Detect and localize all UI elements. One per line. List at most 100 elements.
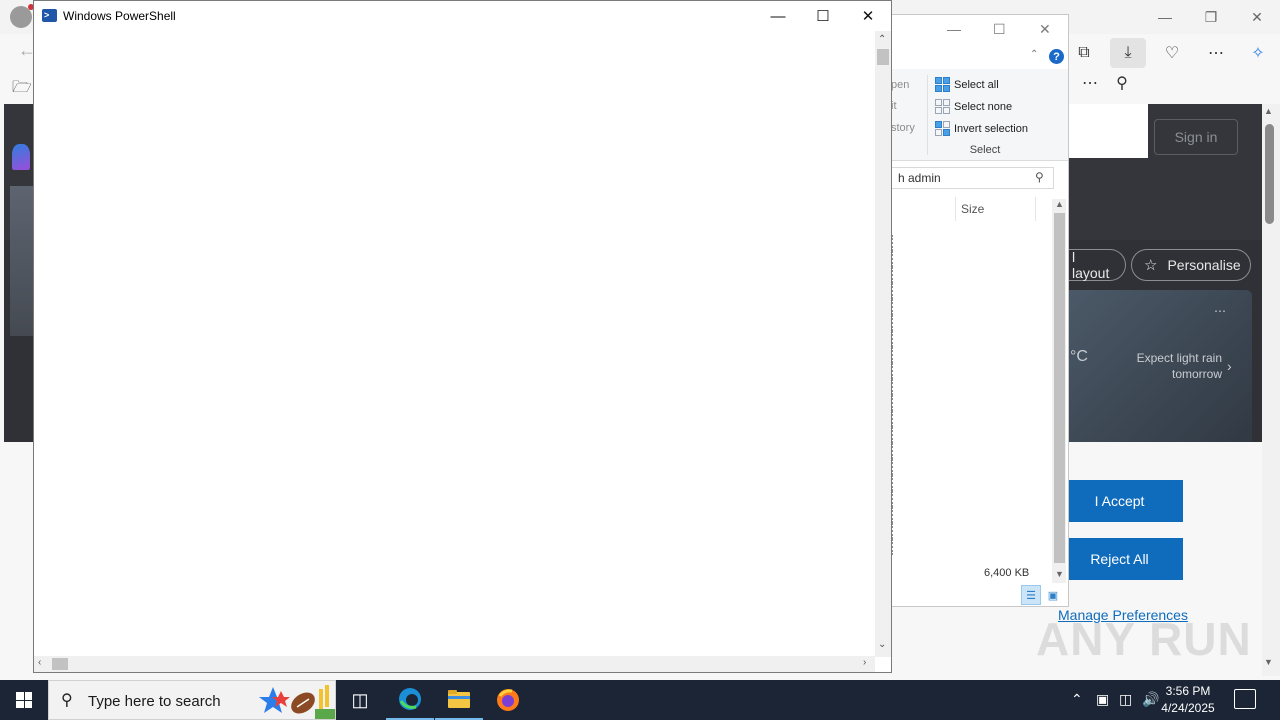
invert-selection-button[interactable]: Invert selection bbox=[935, 121, 1028, 136]
weather-forecast-text: Expect light rain tomorrow bbox=[1136, 351, 1222, 381]
reject-all-button[interactable]: Reject All bbox=[1056, 538, 1183, 580]
select-group-label: Select bbox=[969, 144, 1001, 156]
ribbon-history-label[interactable]: story bbox=[891, 122, 915, 134]
scroll-down-icon[interactable]: ⌄ bbox=[878, 639, 886, 650]
file-explorer-window: — ☐ ✕ ⌃ ? pen it story Select all Select… bbox=[890, 14, 1069, 607]
select-all-label: Select all bbox=[954, 78, 999, 91]
favorites-folder-icon[interactable]: 🗁 bbox=[12, 76, 32, 103]
select-none-icon bbox=[935, 99, 950, 114]
page-more-icon[interactable]: ⋯ bbox=[1072, 68, 1108, 98]
select-all-button[interactable]: Select all bbox=[935, 77, 999, 92]
ribbon-separator bbox=[927, 75, 928, 155]
scroll-up-icon[interactable]: ⌃ bbox=[878, 34, 886, 45]
explorer-minimize-button[interactable]: — bbox=[947, 21, 961, 37]
personalise-label: Personalise bbox=[1167, 257, 1241, 273]
clock-date: 4/24/2025 bbox=[1161, 701, 1215, 715]
edge-minimize-button[interactable]: — bbox=[1142, 0, 1188, 34]
column-separator[interactable] bbox=[1035, 197, 1036, 221]
help-icon[interactable]: ? bbox=[1049, 49, 1064, 64]
scroll-right-icon[interactable]: › bbox=[863, 657, 866, 668]
edge-close-button[interactable]: ✕ bbox=[1234, 0, 1280, 34]
search-placeholder: Type here to search bbox=[88, 693, 221, 710]
show-hidden-icons-icon[interactable]: ⌃ bbox=[1071, 691, 1083, 708]
explorer-search-box[interactable]: h admin bbox=[891, 167, 1054, 189]
vertical-scrollbar[interactable] bbox=[875, 31, 891, 657]
large-icons-view-icon[interactable]: ▣ bbox=[1043, 585, 1063, 605]
taskbar-edge-button[interactable] bbox=[386, 680, 434, 720]
weather-more-icon[interactable]: ⋯ bbox=[1214, 304, 1226, 318]
star-icon: ☆ bbox=[1144, 257, 1158, 274]
more-options-icon[interactable]: ⋯ bbox=[1198, 38, 1234, 68]
scroll-up-icon[interactable]: ▲ bbox=[1055, 199, 1064, 209]
column-separator[interactable] bbox=[955, 197, 956, 221]
vertical-scrollbar-thumb[interactable] bbox=[877, 49, 889, 65]
size-column-header[interactable]: Size bbox=[961, 202, 984, 216]
powershell-titlebar: > Windows PowerShell — ☐ ✕ bbox=[34, 1, 891, 31]
sign-in-panel bbox=[1068, 104, 1148, 158]
invert-selection-label: Invert selection bbox=[954, 122, 1028, 135]
close-button[interactable]: ✕ bbox=[845, 1, 891, 31]
browser-essentials-icon[interactable]: ♡ bbox=[1154, 38, 1190, 68]
select-all-icon bbox=[935, 77, 950, 92]
folder-icon bbox=[448, 690, 470, 708]
search-icon: ⚲ bbox=[61, 692, 73, 709]
search-highlight-icon bbox=[259, 685, 335, 719]
edge-window-controls: — ❐ ✕ bbox=[1142, 0, 1280, 34]
start-button[interactable] bbox=[0, 680, 48, 720]
accept-button[interactable]: I Accept bbox=[1056, 480, 1183, 522]
edge-restore-button[interactable]: ❐ bbox=[1188, 0, 1234, 34]
windows-logo-icon bbox=[16, 692, 32, 708]
ribbon-open-label[interactable]: pen bbox=[891, 79, 909, 91]
explorer-ribbon: pen it story Select all Select none Inve… bbox=[891, 69, 1068, 161]
details-view-icon[interactable]: ☰ bbox=[1021, 585, 1041, 605]
maximize-button[interactable]: ☐ bbox=[800, 1, 846, 31]
weather-temperature-unit: °C bbox=[1070, 348, 1088, 365]
window-title: Windows PowerShell bbox=[63, 9, 176, 23]
select-none-button[interactable]: Select none bbox=[935, 99, 1012, 114]
scroll-down-icon[interactable]: ▼ bbox=[1264, 657, 1273, 667]
pin-icon[interactable]: ⚲ bbox=[1104, 68, 1140, 98]
horizontal-scrollbar-thumb[interactable] bbox=[52, 658, 68, 670]
notification-center-icon[interactable] bbox=[1234, 689, 1256, 709]
firefox-icon bbox=[497, 689, 519, 711]
downloads-icon[interactable]: ⤓ bbox=[1110, 38, 1146, 68]
explorer-titlebar: — ☐ ✕ bbox=[891, 15, 1068, 45]
powershell-window: > Windows PowerShell — ☐ ✕ ⌃ ⌄ ‹ › bbox=[33, 0, 892, 673]
taskbar-firefox-button[interactable] bbox=[484, 680, 532, 720]
edge-icon bbox=[399, 688, 421, 710]
explorer-close-button[interactable]: ✕ bbox=[1039, 21, 1051, 38]
select-none-label: Select none bbox=[954, 100, 1013, 113]
explorer-maximize-button[interactable]: ☐ bbox=[993, 21, 1006, 38]
clock-time: 3:56 PM bbox=[1165, 684, 1211, 698]
volume-icon[interactable]: 🔊 bbox=[1142, 691, 1159, 708]
sign-in-button[interactable]: Sign in bbox=[1154, 119, 1238, 155]
taskbar-search-box[interactable]: ⚲ Type here to search bbox=[48, 680, 336, 720]
copilot-icon[interactable]: ✧ bbox=[1240, 38, 1276, 68]
personalise-button[interactable]: ☆ Personalise bbox=[1131, 249, 1251, 281]
task-view-button[interactable]: ◫ bbox=[336, 680, 384, 720]
status-file-size: 6,400 KB bbox=[984, 567, 1030, 579]
console-area[interactable] bbox=[34, 31, 876, 657]
ribbon-collapse-icon[interactable]: ⌃ bbox=[1030, 49, 1038, 60]
chevron-right-icon[interactable]: › bbox=[1227, 358, 1232, 374]
device-icon[interactable]: ▣ bbox=[1096, 691, 1109, 708]
invert-selection-icon bbox=[935, 121, 950, 136]
network-icon[interactable]: ◫ bbox=[1119, 691, 1132, 708]
powershell-icon: > bbox=[42, 9, 57, 22]
anyrun-watermark: ANY RUN bbox=[1036, 613, 1252, 665]
clock[interactable]: 3:56 PM 4/24/2025 bbox=[1158, 683, 1218, 717]
scroll-left-icon[interactable]: ‹ bbox=[38, 657, 41, 668]
msn-logo bbox=[12, 144, 30, 170]
task-view-icon: ◫ bbox=[351, 689, 369, 710]
horizontal-scrollbar[interactable] bbox=[34, 656, 875, 672]
collections-icon[interactable]: ⧉ bbox=[1066, 38, 1102, 68]
scroll-down-icon[interactable]: ▼ bbox=[1055, 569, 1064, 579]
taskbar-file-explorer-button[interactable] bbox=[435, 680, 483, 720]
explorer-scrollbar-thumb[interactable] bbox=[1054, 213, 1065, 563]
layout-button[interactable]: l layout bbox=[1062, 249, 1126, 281]
search-icon[interactable]: ⚲ bbox=[1035, 170, 1044, 184]
minimize-button[interactable]: — bbox=[755, 1, 801, 31]
scroll-up-icon[interactable]: ▲ bbox=[1264, 106, 1273, 116]
page-scrollbar-thumb[interactable] bbox=[1265, 124, 1274, 224]
taskbar: ⚲ Type here to search ◫ ⌃ ▣ ◫ 🔊 3:56 PM … bbox=[0, 680, 1280, 720]
